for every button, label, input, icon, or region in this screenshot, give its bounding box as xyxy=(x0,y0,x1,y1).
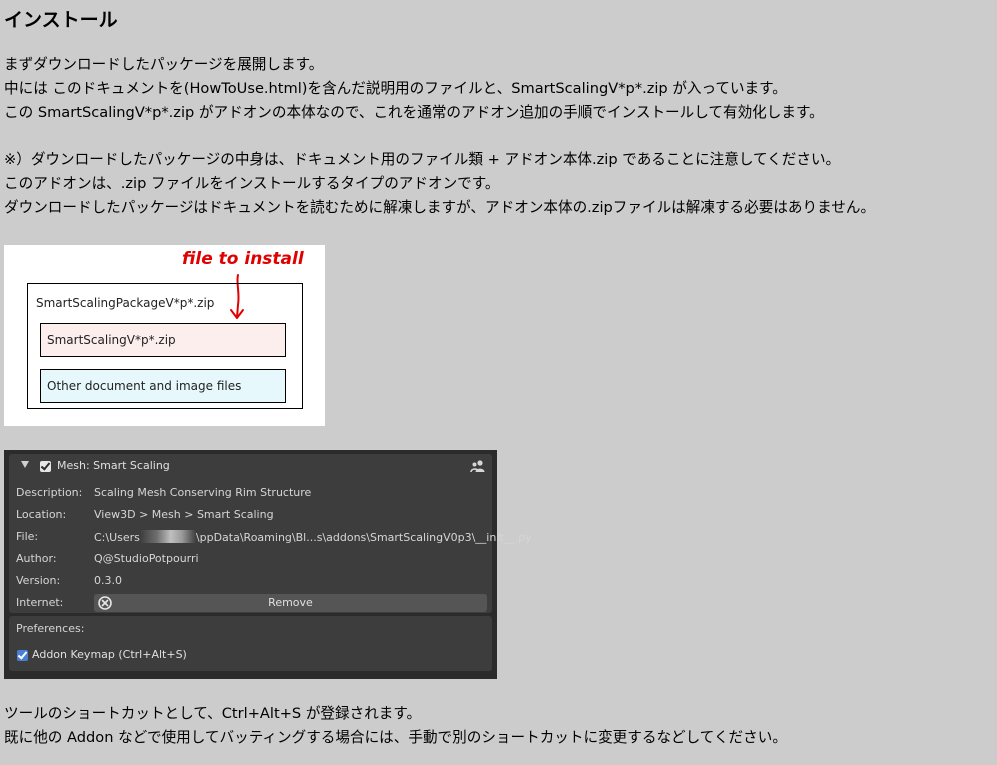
triangle-down-icon[interactable] xyxy=(21,461,29,468)
file-row: File: C:\Users \ppData\Roaming\Bl...s\add… xyxy=(9,526,532,548)
intro-paragraph: まずダウンロードしたパッケージを展開します。 中には このドキュメントを(How… xyxy=(4,53,824,126)
keymap-label[interactable]: Addon Keymap (Ctrl+Alt+S) xyxy=(32,648,187,661)
intro-line: この SmartScalingV*p*.zip がアドオンの本体なので、これを通… xyxy=(4,104,824,122)
internet-row: Internet: Remove xyxy=(9,592,492,614)
internet-label: Internet: xyxy=(16,596,64,609)
description-label: Description: xyxy=(16,486,83,499)
location-row: Location: View3D > Mesh > Smart Scaling xyxy=(9,504,492,526)
remove-button-label: Remove xyxy=(268,596,313,609)
user-icon[interactable] xyxy=(470,459,486,473)
document-files-box: Other document and image files xyxy=(40,369,286,403)
note-line: ※）ダウンロードしたパッケージの中身は、ドキュメント用のファイル類 + アドオン… xyxy=(4,151,841,168)
shortcut-paragraph: ツールのショートカットとして、Ctrl+Alt+S が登録されます。 既に他の … xyxy=(4,702,787,750)
addon-info-section: Mesh: Smart Scaling Description: Scaling… xyxy=(9,454,532,614)
file-value: C:\Users \ppData\Roaming\Bl...s\addons\Sm… xyxy=(94,530,532,544)
package-zip-box: SmartScalingPackageV*p*.zip SmartScaling… xyxy=(27,283,303,409)
note-line: ダウンロードしたパッケージはドキュメントを読むために解凍しますが、アドオン本体の… xyxy=(4,199,876,217)
file-label: File: xyxy=(16,530,39,543)
version-value: 0.3.0 xyxy=(94,574,122,587)
addon-zip-box: SmartScalingV*p*.zip xyxy=(40,323,286,357)
shortcut-line: 既に他の Addon などで使用してバッティングする場合には、手動で別のショート… xyxy=(4,729,787,747)
package-zip-label: SmartScalingPackageV*p*.zip xyxy=(36,296,215,310)
author-row: Author: Q@StudioPotpourri xyxy=(9,548,492,570)
blender-addon-panel: Mesh: Smart Scaling Description: Scaling… xyxy=(4,450,532,679)
keymap-checkbox[interactable] xyxy=(17,650,28,661)
shortcut-line: ツールのショートカットとして、Ctrl+Alt+S が登録されます。 xyxy=(4,705,422,722)
checkbox-icon[interactable] xyxy=(40,461,51,472)
remove-button[interactable]: Remove xyxy=(94,594,487,612)
intro-line: 中には このドキュメントを(HowToUse.html)を含んだ説明用のファイル… xyxy=(4,80,787,98)
version-label: Version: xyxy=(16,574,61,587)
file-path-prefix: C:\Users xyxy=(94,531,140,544)
location-value: View3D > Mesh > Smart Scaling xyxy=(94,508,274,521)
description-value: Scaling Mesh Conserving Rim Structure xyxy=(94,486,312,499)
package-contents-figure: file to install SmartScalingPackageV*p*.… xyxy=(4,245,325,426)
redacted-username xyxy=(139,530,196,543)
file-to-install-annotation: file to install xyxy=(182,249,304,269)
page-title: インストール xyxy=(4,9,118,31)
x-circle-icon xyxy=(98,596,112,610)
note-paragraph: ※）ダウンロードしたパッケージの中身は、ドキュメント用のファイル類 + アドオン… xyxy=(4,148,875,221)
preferences-section: Preferences: Addon Keymap (Ctrl+Alt+S) xyxy=(9,616,492,671)
intro-line: まずダウンロードしたパッケージを展開します。 xyxy=(4,56,324,73)
addon-header[interactable]: Mesh: Smart Scaling xyxy=(9,454,492,478)
description-row: Description: Scaling Mesh Conserving Rim… xyxy=(9,482,492,504)
addon-title: Mesh: Smart Scaling xyxy=(57,459,170,472)
preferences-label: Preferences: xyxy=(16,622,85,635)
author-value: Q@StudioPotpourri xyxy=(94,552,199,565)
location-label: Location: xyxy=(16,508,67,521)
version-row: Version: 0.3.0 xyxy=(9,570,492,592)
file-path-suffix: \ppData\Roaming\Bl...s\addons\SmartScali… xyxy=(195,531,532,544)
author-label: Author: xyxy=(16,552,57,565)
note-line: このアドオンは、.zip ファイルをインストールするタイプのアドオンです。 xyxy=(4,175,500,193)
